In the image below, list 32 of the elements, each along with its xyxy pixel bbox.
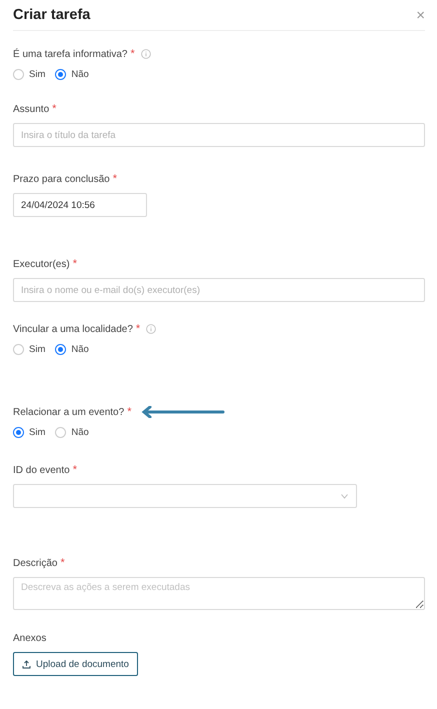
radio-option[interactable]: Não: [55, 68, 89, 80]
radio-option[interactable]: Não: [55, 426, 89, 438]
field-label: Descrição: [13, 558, 58, 568]
description-field[interactable]: Descreva as ações a serem executadas: [13, 577, 425, 610]
text-field[interactable]: Insira o título da tarefa: [13, 123, 425, 147]
upload-icon: [22, 660, 31, 668]
upload-button[interactable]: Upload de documento: [13, 652, 138, 676]
field-label: Assunto: [13, 104, 50, 114]
required-mark: *: [72, 464, 77, 476]
date-field[interactable]: 24/04/2024 10:56: [13, 193, 147, 217]
text-field[interactable]: Insira o nome ou e-mail do(s) executor(es): [13, 278, 425, 302]
required-mark: *: [136, 323, 140, 335]
required-mark: *: [130, 48, 135, 60]
required-mark: *: [127, 406, 132, 418]
dialog-title: Criar tarefa: [13, 7, 90, 23]
required-mark: *: [60, 557, 65, 569]
radio-option[interactable]: Sim: [13, 68, 46, 80]
field-label: Executor(es): [13, 258, 70, 270]
field-label: Vincular a uma localidade?: [13, 324, 133, 334]
field-label: É uma tarefa informativa?: [13, 48, 128, 60]
chevron-down-icon: [341, 494, 348, 498]
radio-option[interactable]: Sim: [13, 426, 46, 438]
required-mark: *: [72, 258, 77, 270]
required-mark: *: [112, 173, 118, 185]
field-label: ID do evento: [13, 464, 70, 476]
field-label: Relacionar a um evento?: [13, 406, 124, 418]
field-label: Anexos: [13, 632, 46, 644]
radio-option[interactable]: Não: [55, 344, 89, 354]
required-mark: *: [52, 103, 56, 115]
radio-option[interactable]: Sim: [13, 344, 46, 354]
select-field[interactable]: [13, 484, 357, 508]
field-label: Prazo para conclusão: [13, 174, 110, 184]
